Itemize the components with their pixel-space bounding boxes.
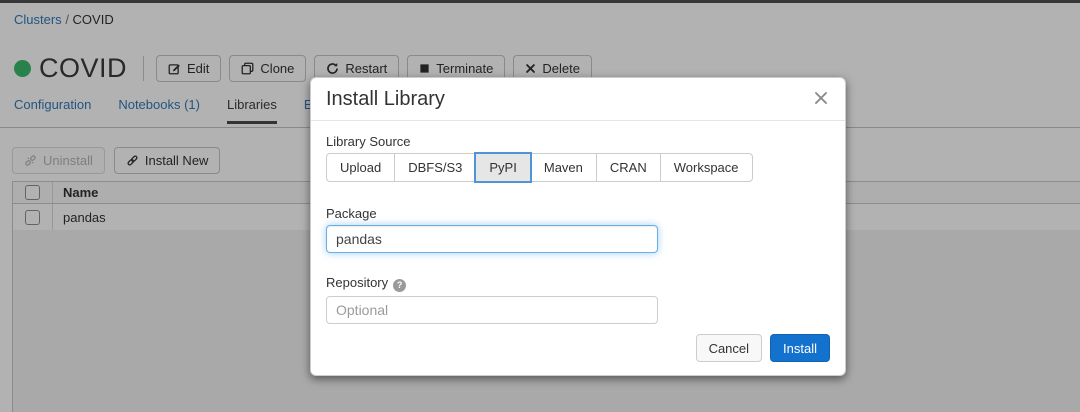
question-icon[interactable]: ? (393, 279, 406, 292)
install-button[interactable]: Install (770, 334, 830, 362)
close-icon (812, 94, 830, 111)
modal-header: Install Library (311, 78, 845, 121)
source-option-workspace[interactable]: Workspace (660, 153, 753, 182)
source-option-dbfs-s3[interactable]: DBFS/S3 (394, 153, 476, 182)
package-input[interactable] (326, 225, 658, 253)
repository-label-text: Repository (326, 275, 388, 290)
repository-field: Repository? (326, 275, 830, 324)
library-source-group: Upload DBFS/S3 PyPI Maven CRAN Workspace (326, 153, 753, 182)
repository-input[interactable] (326, 296, 658, 324)
modal-body: Library Source Upload DBFS/S3 PyPI Maven… (311, 121, 845, 324)
modal-title: Install Library (326, 88, 445, 110)
package-label: Package (326, 206, 830, 221)
source-option-upload[interactable]: Upload (326, 153, 395, 182)
source-option-maven[interactable]: Maven (530, 153, 597, 182)
repository-label: Repository? (326, 275, 830, 292)
library-source-label: Library Source (326, 134, 830, 149)
close-button[interactable] (812, 89, 832, 109)
source-option-cran[interactable]: CRAN (596, 153, 661, 182)
install-library-modal: Install Library Library Source Upload DB… (310, 77, 846, 376)
package-field: Package (326, 206, 830, 253)
cancel-button[interactable]: Cancel (696, 334, 762, 362)
source-option-pypi[interactable]: PyPI (475, 153, 530, 182)
modal-footer: Cancel Install (696, 334, 830, 362)
